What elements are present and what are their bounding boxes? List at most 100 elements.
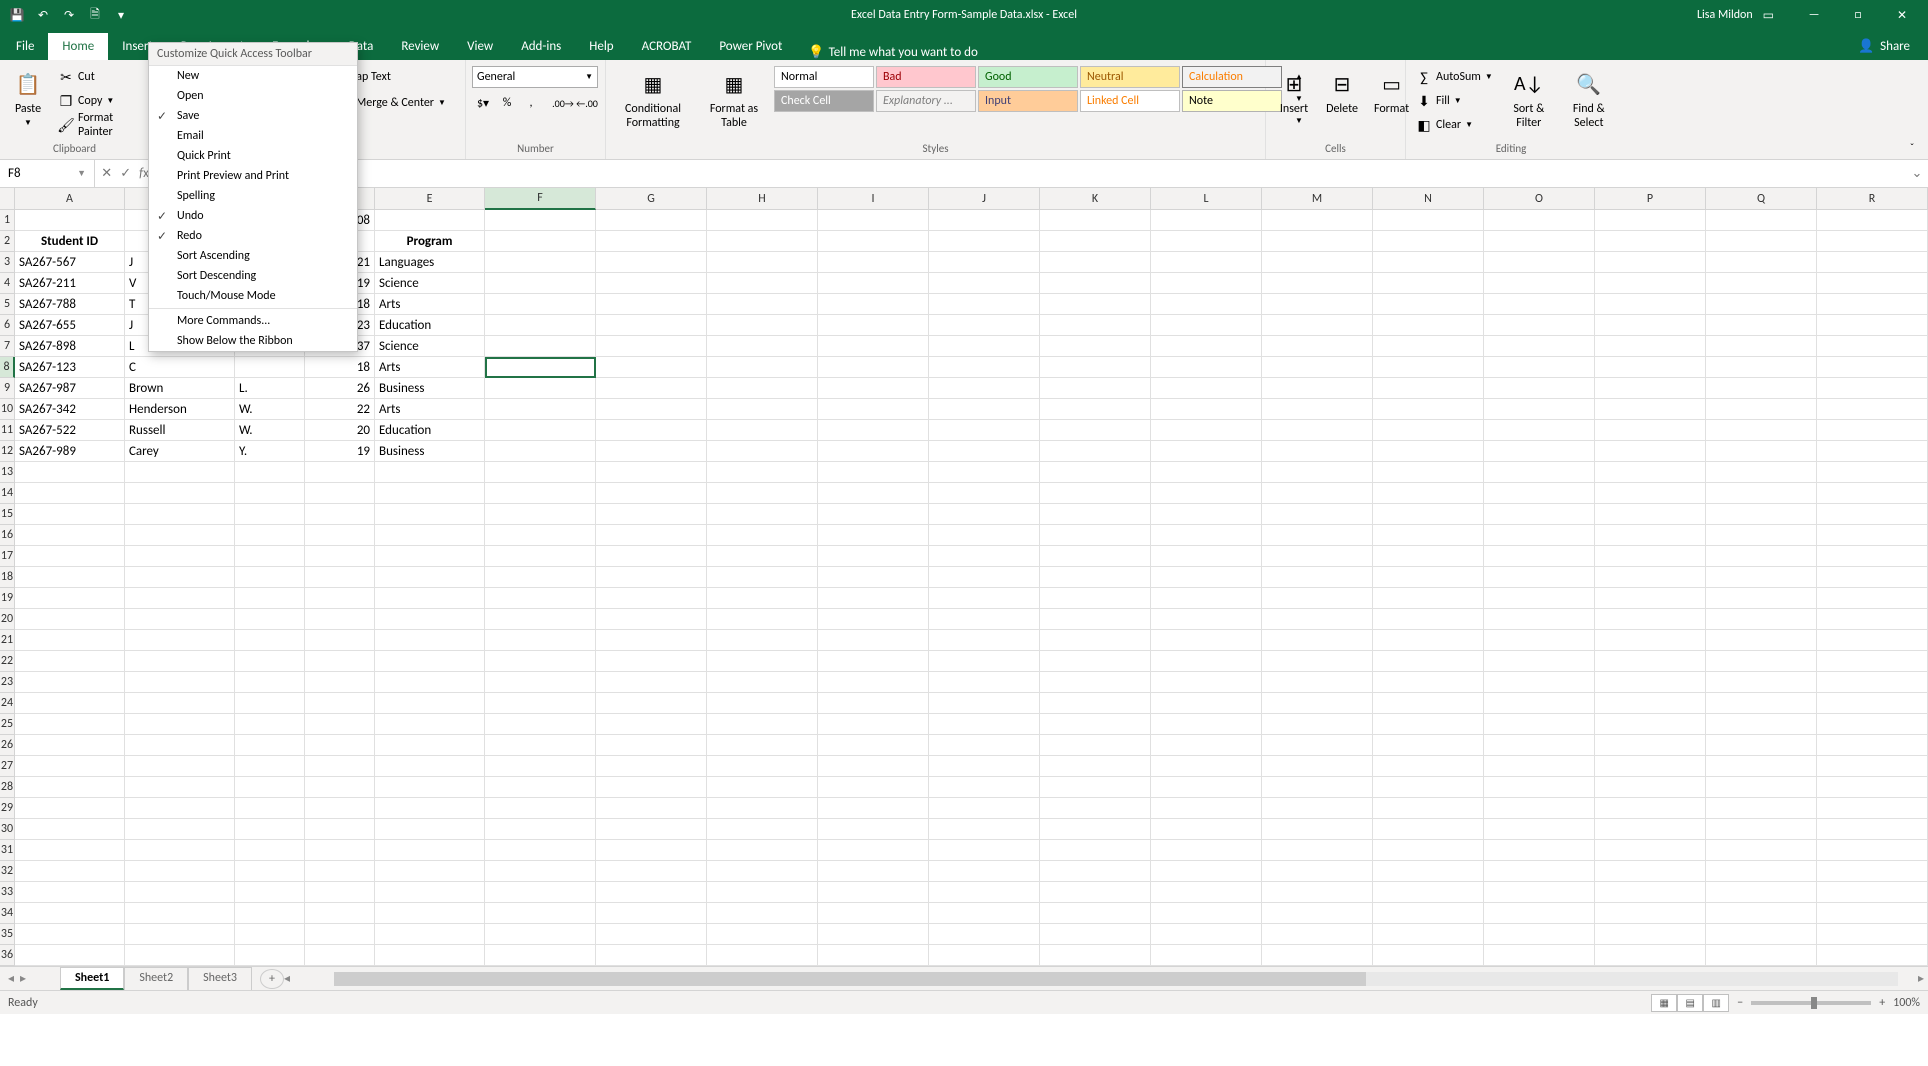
cell-R18[interactable] [1817,567,1928,588]
cell-N21[interactable] [1373,630,1484,651]
cell-E18[interactable] [375,567,485,588]
row-header-3[interactable]: 3 [0,252,15,273]
cell-N6[interactable] [1373,315,1484,336]
cell-D11[interactable]: 20 [305,420,375,441]
cell-K30[interactable] [1040,819,1151,840]
cell-A13[interactable] [15,462,125,483]
cell-H32[interactable] [707,861,818,882]
cell-R2[interactable] [1817,231,1928,252]
zoom-thumb[interactable] [1811,997,1817,1009]
row-header-23[interactable]: 23 [0,672,15,693]
cell-L13[interactable] [1151,462,1262,483]
cell-Q28[interactable] [1706,777,1817,798]
cell-P26[interactable] [1595,735,1706,756]
cell-G7[interactable] [596,336,707,357]
cell-A22[interactable] [15,651,125,672]
cell-K26[interactable] [1040,735,1151,756]
sheet-nav-prev-icon[interactable]: ◂ [8,971,14,986]
cell-O32[interactable] [1484,861,1595,882]
cell-F12[interactable] [485,441,596,462]
cell-M5[interactable] [1262,294,1373,315]
cell-G13[interactable] [596,462,707,483]
cell-K5[interactable] [1040,294,1151,315]
cell-K23[interactable] [1040,672,1151,693]
row-header-22[interactable]: 22 [0,651,15,672]
cell-D28[interactable] [305,777,375,798]
cell-I10[interactable] [818,399,929,420]
cell-B24[interactable] [125,693,235,714]
cell-M33[interactable] [1262,882,1373,903]
cell-H23[interactable] [707,672,818,693]
cell-L32[interactable] [1151,861,1262,882]
cell-L21[interactable] [1151,630,1262,651]
cell-A5[interactable]: SA267-788 [15,294,125,315]
cell-M8[interactable] [1262,357,1373,378]
cell-D17[interactable] [305,546,375,567]
zoom-level[interactable]: 100% [1893,996,1920,1010]
comma-format-icon[interactable]: , [520,92,542,114]
cell-F31[interactable] [485,840,596,861]
cell-G30[interactable] [596,819,707,840]
cell-E20[interactable] [375,609,485,630]
cell-O31[interactable] [1484,840,1595,861]
cell-P27[interactable] [1595,756,1706,777]
cell-C24[interactable] [235,693,305,714]
cell-R25[interactable] [1817,714,1928,735]
style-neutral[interactable]: Neutral [1080,66,1180,88]
cell-K18[interactable] [1040,567,1151,588]
cell-I19[interactable] [818,588,929,609]
cell-Q10[interactable] [1706,399,1817,420]
cell-Q9[interactable] [1706,378,1817,399]
cell-D35[interactable] [305,924,375,945]
cell-H28[interactable] [707,777,818,798]
cell-N2[interactable] [1373,231,1484,252]
cell-N20[interactable] [1373,609,1484,630]
cell-J35[interactable] [929,924,1040,945]
cell-R22[interactable] [1817,651,1928,672]
cell-M26[interactable] [1262,735,1373,756]
row-header-1[interactable]: 1 [0,210,15,231]
enter-icon[interactable]: ✓ [120,166,131,181]
cell-L8[interactable] [1151,357,1262,378]
cell-E10[interactable]: Arts [375,399,485,420]
cell-G29[interactable] [596,798,707,819]
cell-Q16[interactable] [1706,525,1817,546]
cell-I6[interactable] [818,315,929,336]
cell-P2[interactable] [1595,231,1706,252]
cell-O18[interactable] [1484,567,1595,588]
cell-J5[interactable] [929,294,1040,315]
cell-H13[interactable] [707,462,818,483]
cell-O24[interactable] [1484,693,1595,714]
zoom-slider[interactable] [1751,1001,1871,1005]
cell-G24[interactable] [596,693,707,714]
cell-J19[interactable] [929,588,1040,609]
col-header-R[interactable]: R [1817,188,1928,210]
cell-L4[interactable] [1151,273,1262,294]
cell-D34[interactable] [305,903,375,924]
cell-L6[interactable] [1151,315,1262,336]
cell-P16[interactable] [1595,525,1706,546]
cell-Q6[interactable] [1706,315,1817,336]
cell-H16[interactable] [707,525,818,546]
cell-P35[interactable] [1595,924,1706,945]
tab-review[interactable]: Review [387,33,453,60]
cell-H30[interactable] [707,819,818,840]
cell-O5[interactable] [1484,294,1595,315]
cell-A26[interactable] [15,735,125,756]
cell-E6[interactable]: Education [375,315,485,336]
cell-F17[interactable] [485,546,596,567]
col-header-K[interactable]: K [1040,188,1151,210]
cell-L11[interactable] [1151,420,1262,441]
cell-B28[interactable] [125,777,235,798]
cell-A3[interactable]: SA267-567 [15,252,125,273]
cell-I7[interactable] [818,336,929,357]
cell-N18[interactable] [1373,567,1484,588]
cell-K31[interactable] [1040,840,1151,861]
cell-L22[interactable] [1151,651,1262,672]
cell-D8[interactable]: 18 [305,357,375,378]
row-header-4[interactable]: 4 [0,273,15,294]
style-bad[interactable]: Bad [876,66,976,88]
cell-K15[interactable] [1040,504,1151,525]
cell-P13[interactable] [1595,462,1706,483]
cell-F11[interactable] [485,420,596,441]
